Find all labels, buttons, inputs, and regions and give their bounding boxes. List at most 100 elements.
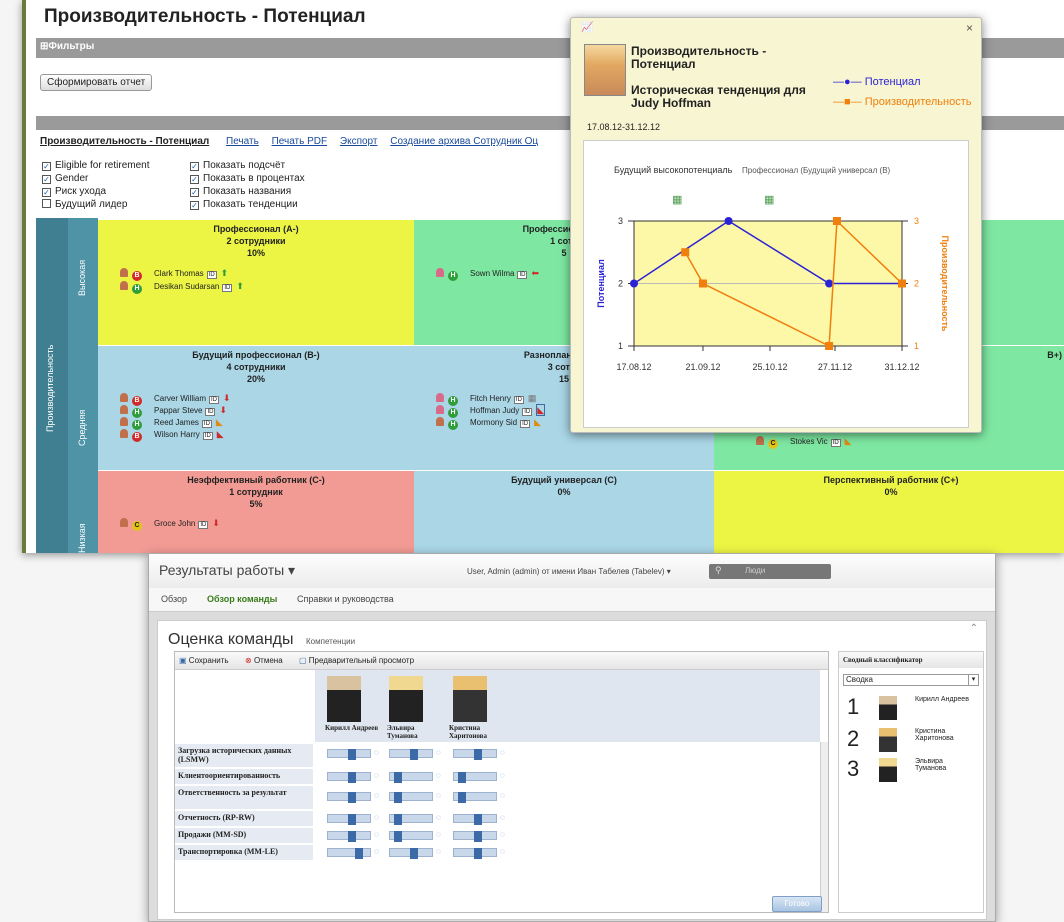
checkbox-box[interactable]: ✓	[42, 175, 51, 184]
cancel-button[interactable]: ⊗ Отмена	[245, 656, 283, 665]
checkbox-box[interactable]: ✓	[42, 162, 51, 171]
preview-button[interactable]: ▢ Предварительный просмотр	[299, 656, 414, 665]
checkbox-box[interactable]: ✓	[190, 201, 199, 210]
card-icon[interactable]: ID	[517, 271, 528, 279]
card-icon[interactable]: ID	[198, 521, 209, 529]
slider-handle[interactable]	[347, 814, 356, 825]
rating-slider[interactable]	[327, 848, 371, 859]
comment-bubble-icon[interactable]: ◌	[500, 748, 505, 757]
employee-entry[interactable]: C Groce John ID ⬇	[120, 518, 220, 531]
comment-bubble-icon[interactable]: ◌	[500, 830, 505, 839]
rating-slider[interactable]	[389, 772, 433, 783]
card-icon[interactable]: ID	[201, 420, 212, 428]
comment-bubble-icon[interactable]: ◌	[374, 847, 379, 856]
slider-handle[interactable]	[409, 848, 418, 859]
close-icon[interactable]: ×	[966, 21, 973, 35]
rating-slider[interactable]	[453, 831, 497, 842]
tab-overview[interactable]: Обзор	[161, 594, 187, 604]
rating-slider[interactable]	[327, 772, 371, 783]
rating-slider[interactable]	[327, 749, 371, 760]
vertical-scrollbar[interactable]	[820, 742, 828, 912]
card-icon[interactable]: ID	[830, 439, 841, 447]
checkbox-gender[interactable]: ✓ Gender	[42, 173, 88, 184]
person-name[interactable]: Эльвира Туманова	[387, 724, 443, 740]
print-pdf-link[interactable]: Печать PDF	[272, 136, 328, 147]
comment-bubble-icon[interactable]: ◌	[500, 771, 505, 780]
user-menu[interactable]: User, Admin (admin) от имени Иван Табеле…	[467, 567, 671, 576]
comment-bubble-icon[interactable]: ◌	[436, 748, 441, 757]
comment-bubble-icon[interactable]: ◌	[436, 771, 441, 780]
rating-slider[interactable]	[389, 749, 433, 760]
tab-team-overview[interactable]: Обзор команды	[207, 594, 277, 604]
slider-handle[interactable]	[393, 814, 402, 825]
employee-entry[interactable]: H Desikan Sudarsan ID ⬆	[120, 281, 244, 294]
slider-handle[interactable]	[347, 831, 356, 842]
rating-slider[interactable]	[389, 831, 433, 842]
slider-handle[interactable]	[473, 749, 482, 760]
comment-bubble-icon[interactable]: ◌	[500, 813, 505, 822]
checkbox-eligible[interactable]: ✓ Eligible for retirement	[42, 160, 149, 171]
rating-slider[interactable]	[389, 848, 433, 859]
comment-bubble-icon[interactable]: ◌	[436, 847, 441, 856]
checkbox-box[interactable]: ✓	[42, 188, 51, 197]
chevron-down-icon[interactable]: ▾	[968, 675, 978, 685]
checkbox-future-leader[interactable]: Будущий лидер	[42, 199, 127, 210]
checkbox-show-names[interactable]: ✓ Показать названия	[190, 186, 291, 197]
print-link[interactable]: Печать	[226, 136, 259, 147]
card-icon[interactable]: ID	[520, 420, 531, 428]
checkbox-show-trends[interactable]: ✓ Показать тенденции	[190, 199, 298, 210]
trend-diagonal-icon[interactable]: ◣	[536, 404, 546, 416]
rating-slider[interactable]	[389, 814, 433, 825]
slider-handle[interactable]	[355, 848, 363, 859]
grid-cell-c[interactable]: Будущий универсал (C) 0%	[414, 471, 714, 553]
slider-handle[interactable]	[393, 772, 402, 783]
save-button[interactable]: ▣ Сохранить	[179, 656, 229, 665]
employee-entry[interactable]: H Mormony Sid ID ◣	[436, 417, 541, 430]
comment-bubble-icon[interactable]: ◌	[436, 791, 441, 800]
grid-cell-c-plus[interactable]: Перспективный работник (C+) 0%	[714, 471, 1064, 553]
collapse-icon[interactable]: ⌃	[970, 623, 978, 634]
rating-slider[interactable]	[327, 814, 371, 825]
rating-slider[interactable]	[327, 831, 371, 842]
tab-help[interactable]: Справки и руководства	[297, 594, 394, 604]
slider-handle[interactable]	[457, 792, 466, 803]
slider-handle[interactable]	[393, 792, 402, 803]
app-title[interactable]: Результаты работы ▾	[159, 562, 295, 579]
slider-handle[interactable]	[409, 749, 418, 760]
checkbox-show-count[interactable]: ✓ Показать подсчёт	[190, 160, 285, 171]
checkbox-risk[interactable]: ✓ Риск ухода	[42, 186, 106, 197]
comment-bubble-icon[interactable]: ◌	[374, 830, 379, 839]
grid-cell-c-minus[interactable]: Неэффективный работник (C-) 1 сотрудник …	[98, 471, 414, 553]
classifier-select[interactable]: Сводка ▾	[843, 674, 979, 686]
employee-entry[interactable]: H Sown Wilma ID ⬅	[436, 268, 539, 281]
comment-bubble-icon[interactable]: ◌	[374, 813, 379, 822]
person-name[interactable]: Кирилл Андреев	[325, 724, 381, 732]
done-button[interactable]: Готово	[772, 896, 822, 912]
rating-slider[interactable]	[453, 792, 497, 803]
checkbox-box[interactable]	[42, 199, 51, 208]
slider-handle[interactable]	[473, 848, 482, 859]
card-icon[interactable]: ID	[205, 408, 216, 416]
slider-handle[interactable]	[473, 831, 482, 842]
rating-slider[interactable]	[389, 792, 433, 803]
slider-handle[interactable]	[473, 814, 482, 825]
rating-slider[interactable]	[453, 814, 497, 825]
slider-handle[interactable]	[457, 772, 466, 783]
employee-entry[interactable]: B Clark Thomas ID ⬆	[120, 268, 228, 281]
comment-bubble-icon[interactable]: ◌	[500, 791, 505, 800]
checkbox-box[interactable]: ✓	[190, 175, 199, 184]
export-link[interactable]: Экспорт	[340, 136, 378, 147]
person-name[interactable]: Кристина Харитонова	[449, 724, 509, 740]
rating-slider[interactable]	[327, 792, 371, 803]
slider-handle[interactable]	[347, 749, 356, 760]
slider-handle[interactable]	[393, 831, 402, 842]
card-icon[interactable]: ID	[222, 284, 233, 292]
checkbox-box[interactable]: ✓	[190, 188, 199, 197]
comment-bubble-icon[interactable]: ◌	[500, 847, 505, 856]
rating-slider[interactable]	[453, 848, 497, 859]
generate-report-button[interactable]: Сформировать отчет	[40, 74, 153, 91]
report-name-link[interactable]: Производительность - Потенциал	[40, 136, 209, 147]
card-icon[interactable]: ID	[202, 432, 213, 440]
rating-slider[interactable]	[453, 749, 497, 760]
rating-slider[interactable]	[453, 772, 497, 783]
